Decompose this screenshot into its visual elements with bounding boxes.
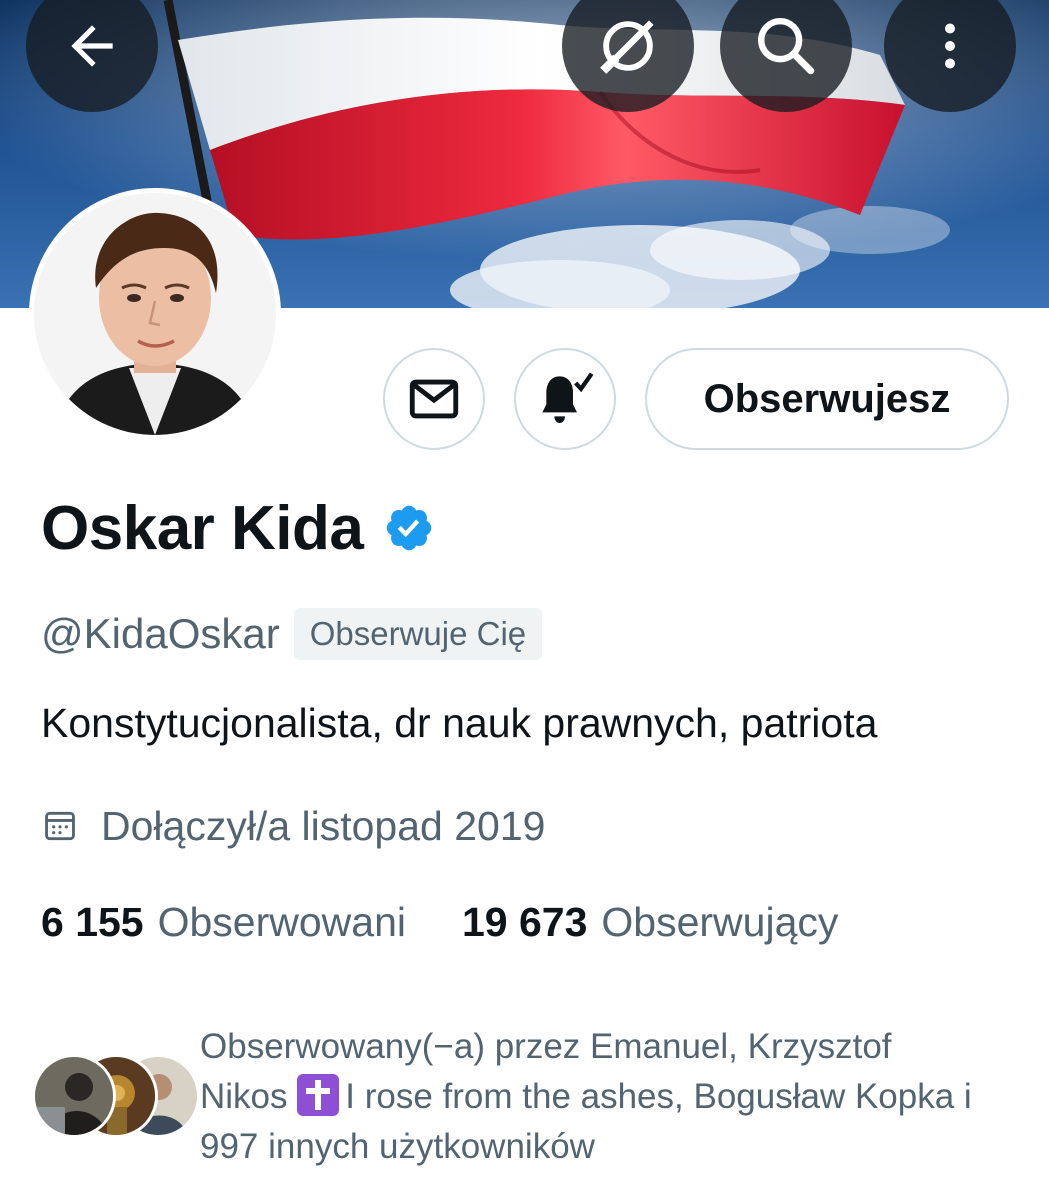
joined-date: Dołączył/a listopad 2019 — [101, 802, 546, 849]
message-button[interactable] — [383, 348, 485, 450]
avatar-photo — [34, 193, 276, 435]
display-name: Oskar Kida — [41, 493, 364, 563]
mini-avatar — [32, 1054, 116, 1138]
followers-label: Obserwujący — [601, 898, 839, 945]
joined-date-row: Dołączył/a listopad 2019 — [41, 796, 545, 856]
follow-stats: 6 155 Obserwowani 19 673 Obserwujący — [41, 892, 838, 952]
arrow-left-icon — [71, 25, 113, 67]
latin-cross-emoji — [297, 1074, 340, 1116]
envelope-icon — [409, 379, 459, 419]
followers-you-know-avatars — [32, 1054, 200, 1138]
more-vertical-icon — [945, 23, 955, 69]
handle-row: @KidaOskar Obserwuje Cię — [41, 604, 543, 664]
notifications-button[interactable] — [514, 348, 616, 450]
grok-icon — [600, 20, 654, 74]
following-button[interactable]: Obserwujesz — [645, 348, 1009, 450]
following-label: Obserwowani — [157, 898, 406, 945]
follows-you-badge: Obserwuje Cię — [293, 608, 543, 660]
followed-by-section[interactable]: Obserwowany(−a) przez Emanuel, Krzysztof… — [32, 1022, 980, 1172]
profile-avatar[interactable] — [29, 188, 281, 440]
followers-count: 19 673 — [462, 898, 588, 945]
calendar-icon — [45, 811, 75, 841]
following-count: 6 155 — [41, 898, 144, 945]
search-icon — [758, 18, 815, 75]
following-stat[interactable]: 6 155 Obserwowani — [41, 899, 406, 946]
followed-by-text: Obserwowany(−a) przez Emanuel, Krzysztof… — [200, 1022, 980, 1172]
bell-check-icon — [542, 372, 594, 423]
profile-page: Obserwujesz Oskar Kida @KidaOskar Obserw… — [0, 0, 1049, 1200]
verified-badge-icon[interactable] — [383, 502, 435, 554]
user-handle: @KidaOskar — [41, 610, 280, 657]
name-row: Oskar Kida — [41, 490, 435, 566]
followers-stat[interactable]: 19 673 Obserwujący — [462, 899, 838, 946]
profile-bio: Konstytucjonalista, dr nauk prawnych, pa… — [41, 700, 878, 746]
